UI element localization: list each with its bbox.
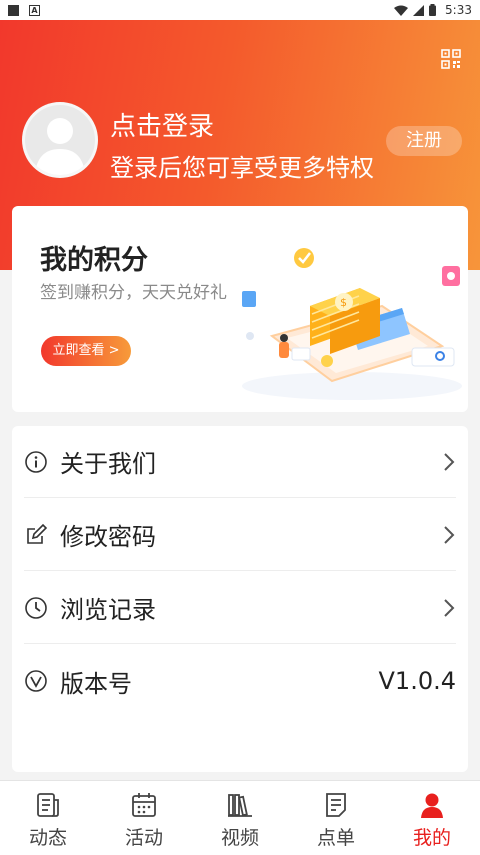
menu-item-change-password[interactable]: 修改密码 [24,499,456,571]
app-badge-icon: A [29,4,40,16]
version-icon [25,670,47,692]
notification-icon [8,4,19,16]
tab-activity[interactable]: 活动 [96,781,192,855]
info-icon [25,450,47,473]
menu-item-version[interactable]: 版本号 V1.0.4 [24,645,456,717]
tab-label: 视频 [220,827,259,849]
bottom-tab-bar: 动态 活动 视频 点单 我的 [0,780,480,855]
clock-time: 5:33 [445,3,472,17]
clock-icon [25,596,47,619]
books-icon [228,794,252,817]
avatar[interactable] [22,102,98,178]
menu-item-label: 关于我们 [60,450,156,478]
status-right: 5:33 [394,3,472,17]
points-title: 我的积分 [40,245,148,276]
version-value: V1.0.4 [378,667,456,695]
points-subtitle: 签到赚积分，天天兑好礼 [40,283,227,303]
tab-news[interactable]: 动态 [0,781,96,855]
qr-code-icon[interactable] [440,48,462,70]
menu-item-about[interactable]: 关于我们 [24,426,456,498]
wifi-icon [394,5,409,16]
tab-label: 我的 [412,827,451,849]
tab-mine[interactable]: 我的 [384,781,480,855]
svg-text:$: $ [340,296,347,309]
menu-item-history[interactable]: 浏览记录 [24,572,456,644]
chevron-right-icon [444,525,455,544]
tab-video[interactable]: 视频 [192,781,288,855]
signal-icon [413,4,425,16]
news-icon [37,793,59,817]
tab-order[interactable]: 点单 [288,781,384,855]
chevron-right-icon [444,452,455,471]
chevron-right-icon [444,598,455,617]
menu-item-label: 修改密码 [60,523,156,551]
tab-label: 动态 [28,827,67,849]
points-illustration: $ [242,248,462,400]
points-card[interactable]: 我的积分 签到赚积分，天天兑好礼 立即查看 > $ [12,206,468,412]
view-now-button[interactable]: 立即查看 > [41,336,131,366]
battery-icon [429,4,437,16]
order-icon [326,793,346,817]
calendar-icon [132,793,156,817]
status-bar: A 5:33 [0,0,480,20]
edit-icon [27,523,48,544]
settings-menu: 关于我们 修改密码 浏览记录 版本号 V1.0.4 [12,426,468,772]
tab-label: 活动 [124,827,163,849]
login-title[interactable]: 点击登录 [110,106,214,143]
default-avatar-icon [35,118,85,175]
menu-item-label: 版本号 [60,669,132,698]
menu-item-label: 浏览记录 [60,596,156,624]
person-icon [421,793,443,818]
tab-label: 点单 [316,827,355,849]
login-subtitle: 登录后您可享受更多特权 [110,154,374,182]
register-button[interactable]: 注册 [386,126,462,156]
